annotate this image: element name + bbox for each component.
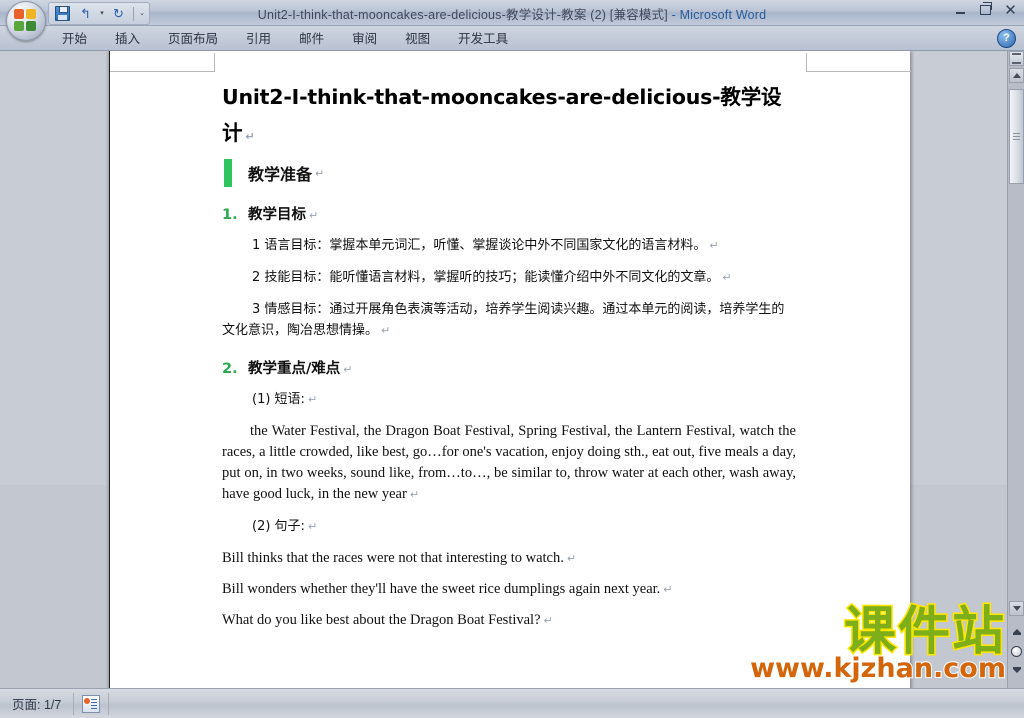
status-bar-empty-area bbox=[109, 689, 1024, 718]
section-heading-label: 教学重点/难点 bbox=[248, 361, 341, 377]
tab-home[interactable]: 开始 bbox=[48, 28, 101, 51]
previous-page-button[interactable] bbox=[1009, 623, 1024, 639]
select-browse-object-button[interactable] bbox=[1009, 643, 1024, 659]
sentence-paragraph-3: What do you like best about the Dragon B… bbox=[222, 610, 796, 631]
margin-marker-left bbox=[110, 53, 215, 72]
paragraph-mark-icon: ↵ bbox=[315, 166, 325, 180]
heading2-label: 教学准备 bbox=[248, 165, 313, 184]
sentence-paragraph-1: Bill thinks that the races were not that… bbox=[222, 548, 796, 569]
minimize-button[interactable] bbox=[951, 2, 970, 18]
scrollbar-thumb[interactable] bbox=[1009, 89, 1024, 184]
phrase-list-text: the Water Festival, the Dragon Boat Fest… bbox=[222, 423, 796, 502]
grip-icon bbox=[1013, 131, 1020, 142]
section-1-heading: 1. 教学目标 ↵ bbox=[222, 203, 796, 224]
window-controls: ✕ bbox=[951, 2, 1020, 18]
word-application-window: ↰ ▾ ↻ ⌄ Unit2-I-think-that-mooncakes-are… bbox=[0, 0, 1024, 718]
paragraph-mark-icon: ↵ bbox=[663, 583, 673, 596]
tab-insert[interactable]: 插入 bbox=[101, 28, 154, 51]
ribbon-tabs: 开始 插入 页面布局 引用 邮件 审阅 视图 开发工具 bbox=[48, 28, 522, 51]
office-logo-icon bbox=[14, 9, 37, 32]
close-icon: ✕ bbox=[1004, 1, 1017, 19]
objective-paragraph-2: 2 技能目标：能听懂语言材料，掌握听的技巧；能读懂介绍中外不同文化的文章。 ↵ bbox=[222, 267, 796, 288]
page-indicator[interactable]: 页面: 1/7 bbox=[0, 694, 73, 713]
double-chevron-up-icon bbox=[1012, 629, 1021, 635]
objective-paragraph-3: 3 情感目标：通过开展角色表演等活动，培养学生阅读兴趣。通过本单元的阅读，培养学… bbox=[222, 299, 796, 341]
paragraph-mark-icon: ↵ bbox=[245, 130, 255, 143]
scroll-down-button[interactable] bbox=[1009, 601, 1024, 616]
objective-3-text: 3 情感目标：通过开展角色表演等活动，培养学生阅读兴趣。通过本单元的阅读，培养学… bbox=[222, 302, 785, 338]
ribbon-tab-strip: 开始 插入 页面布局 引用 邮件 审阅 视图 开发工具 ? bbox=[0, 26, 1024, 51]
office-button[interactable] bbox=[6, 1, 46, 41]
sentence-1-text: Bill thinks that the races were not that… bbox=[222, 550, 564, 566]
status-bar: 页面: 1/7 bbox=[0, 688, 1024, 718]
minimize-icon bbox=[956, 12, 965, 14]
document-page[interactable]: Unit2-I-think-that-mooncakes-are-delicio… bbox=[110, 51, 911, 688]
split-window-button[interactable] bbox=[1009, 51, 1024, 66]
paragraph-mark-icon: ↵ bbox=[343, 363, 353, 376]
paragraph-mark-icon: ↵ bbox=[307, 520, 318, 533]
paragraph-mark-icon: ↵ bbox=[722, 271, 732, 284]
title-bar: ↰ ▾ ↻ ⌄ Unit2-I-think-that-mooncakes-are… bbox=[0, 0, 1024, 41]
next-page-button[interactable] bbox=[1009, 663, 1024, 679]
help-icon[interactable]: ? bbox=[997, 29, 1016, 48]
sentence-paragraph-2: Bill wonders whether they'll have the sw… bbox=[222, 579, 796, 600]
double-chevron-down-icon bbox=[1012, 667, 1021, 673]
section-number: 2. bbox=[222, 361, 238, 377]
objective-paragraph-1: 1 语言目标：掌握本单元词汇，听懂、掌握谈论中外不同国家文化的语言材料。 ↵ bbox=[222, 235, 796, 256]
chevron-down-icon bbox=[1012, 606, 1021, 611]
tab-references[interactable]: 引用 bbox=[232, 28, 285, 51]
scroll-up-button[interactable] bbox=[1009, 68, 1024, 83]
heading2-教学准备: 教学准备 ↵ bbox=[224, 159, 796, 187]
objective-2-text: 2 技能目标：能听懂语言材料，掌握听的技巧；能读懂介绍中外不同文化的文章。 bbox=[252, 270, 720, 285]
restore-icon bbox=[980, 2, 992, 15]
document-text-body[interactable]: Unit2-I-think-that-mooncakes-are-delicio… bbox=[222, 79, 796, 641]
section-heading-label: 教学目标 bbox=[248, 207, 306, 223]
paragraph-mark-icon: ↵ bbox=[307, 393, 318, 406]
heading-accent-bar bbox=[224, 159, 232, 187]
subsection-1-text: (1) 短语: bbox=[252, 392, 305, 407]
paragraph-mark-icon: ↵ bbox=[309, 209, 319, 222]
document-name-label: Unit2-I-think-that-mooncakes-are-delicio… bbox=[257, 8, 668, 22]
document-title-text: Unit2-I-think-that-mooncakes-are-delicio… bbox=[222, 85, 782, 145]
sentence-3-text: What do you like best about the Dragon B… bbox=[222, 612, 541, 628]
paragraph-mark-icon: ↵ bbox=[543, 614, 553, 627]
paragraph-mark-icon: ↵ bbox=[566, 552, 577, 565]
browse-object-icon bbox=[1011, 645, 1022, 657]
section-number: 1. bbox=[222, 207, 238, 223]
phrase-list-paragraph: the Water Festival, the Dragon Boat Fest… bbox=[222, 421, 796, 505]
margin-marker-right bbox=[806, 53, 911, 72]
window-title: Unit2-I-think-that-mooncakes-are-delicio… bbox=[0, 4, 1024, 23]
section-2-heading: 2. 教学重点/难点 ↵ bbox=[222, 357, 796, 378]
sentence-2-text: Bill wonders whether they'll have the sw… bbox=[222, 581, 661, 597]
application-name-label: - Microsoft Word bbox=[667, 8, 767, 22]
proofing-status-button[interactable] bbox=[74, 690, 108, 718]
paragraph-mark-icon: ↵ bbox=[709, 239, 719, 252]
subsection-2-text: (2) 句子: bbox=[252, 519, 305, 534]
document-heading-title: Unit2-I-think-that-mooncakes-are-delicio… bbox=[222, 79, 796, 155]
paragraph-mark-icon: ↵ bbox=[381, 324, 391, 337]
subsection-phrases-label: (1) 短语: ↵ bbox=[222, 389, 796, 410]
subsection-sentences-label: (2) 句子: ↵ bbox=[222, 516, 796, 537]
proofing-icon bbox=[82, 694, 101, 713]
restore-button[interactable] bbox=[976, 2, 995, 18]
close-button[interactable]: ✕ bbox=[1001, 2, 1020, 18]
tab-mailings[interactable]: 邮件 bbox=[285, 28, 338, 51]
split-window-icon bbox=[1012, 53, 1021, 64]
chevron-up-icon bbox=[1012, 73, 1021, 78]
tab-review[interactable]: 审阅 bbox=[338, 28, 391, 51]
tab-view[interactable]: 视图 bbox=[391, 28, 444, 51]
objective-1-text: 1 语言目标：掌握本单元词汇，听懂、掌握谈论中外不同国家文化的语言材料。 bbox=[252, 238, 707, 253]
paragraph-mark-icon: ↵ bbox=[409, 488, 420, 501]
tab-page-layout[interactable]: 页面布局 bbox=[154, 28, 232, 51]
document-workspace: Unit2-I-think-that-mooncakes-are-delicio… bbox=[0, 51, 1024, 688]
vertical-scrollbar[interactable] bbox=[1007, 51, 1024, 688]
tab-developer[interactable]: 开发工具 bbox=[444, 28, 522, 51]
